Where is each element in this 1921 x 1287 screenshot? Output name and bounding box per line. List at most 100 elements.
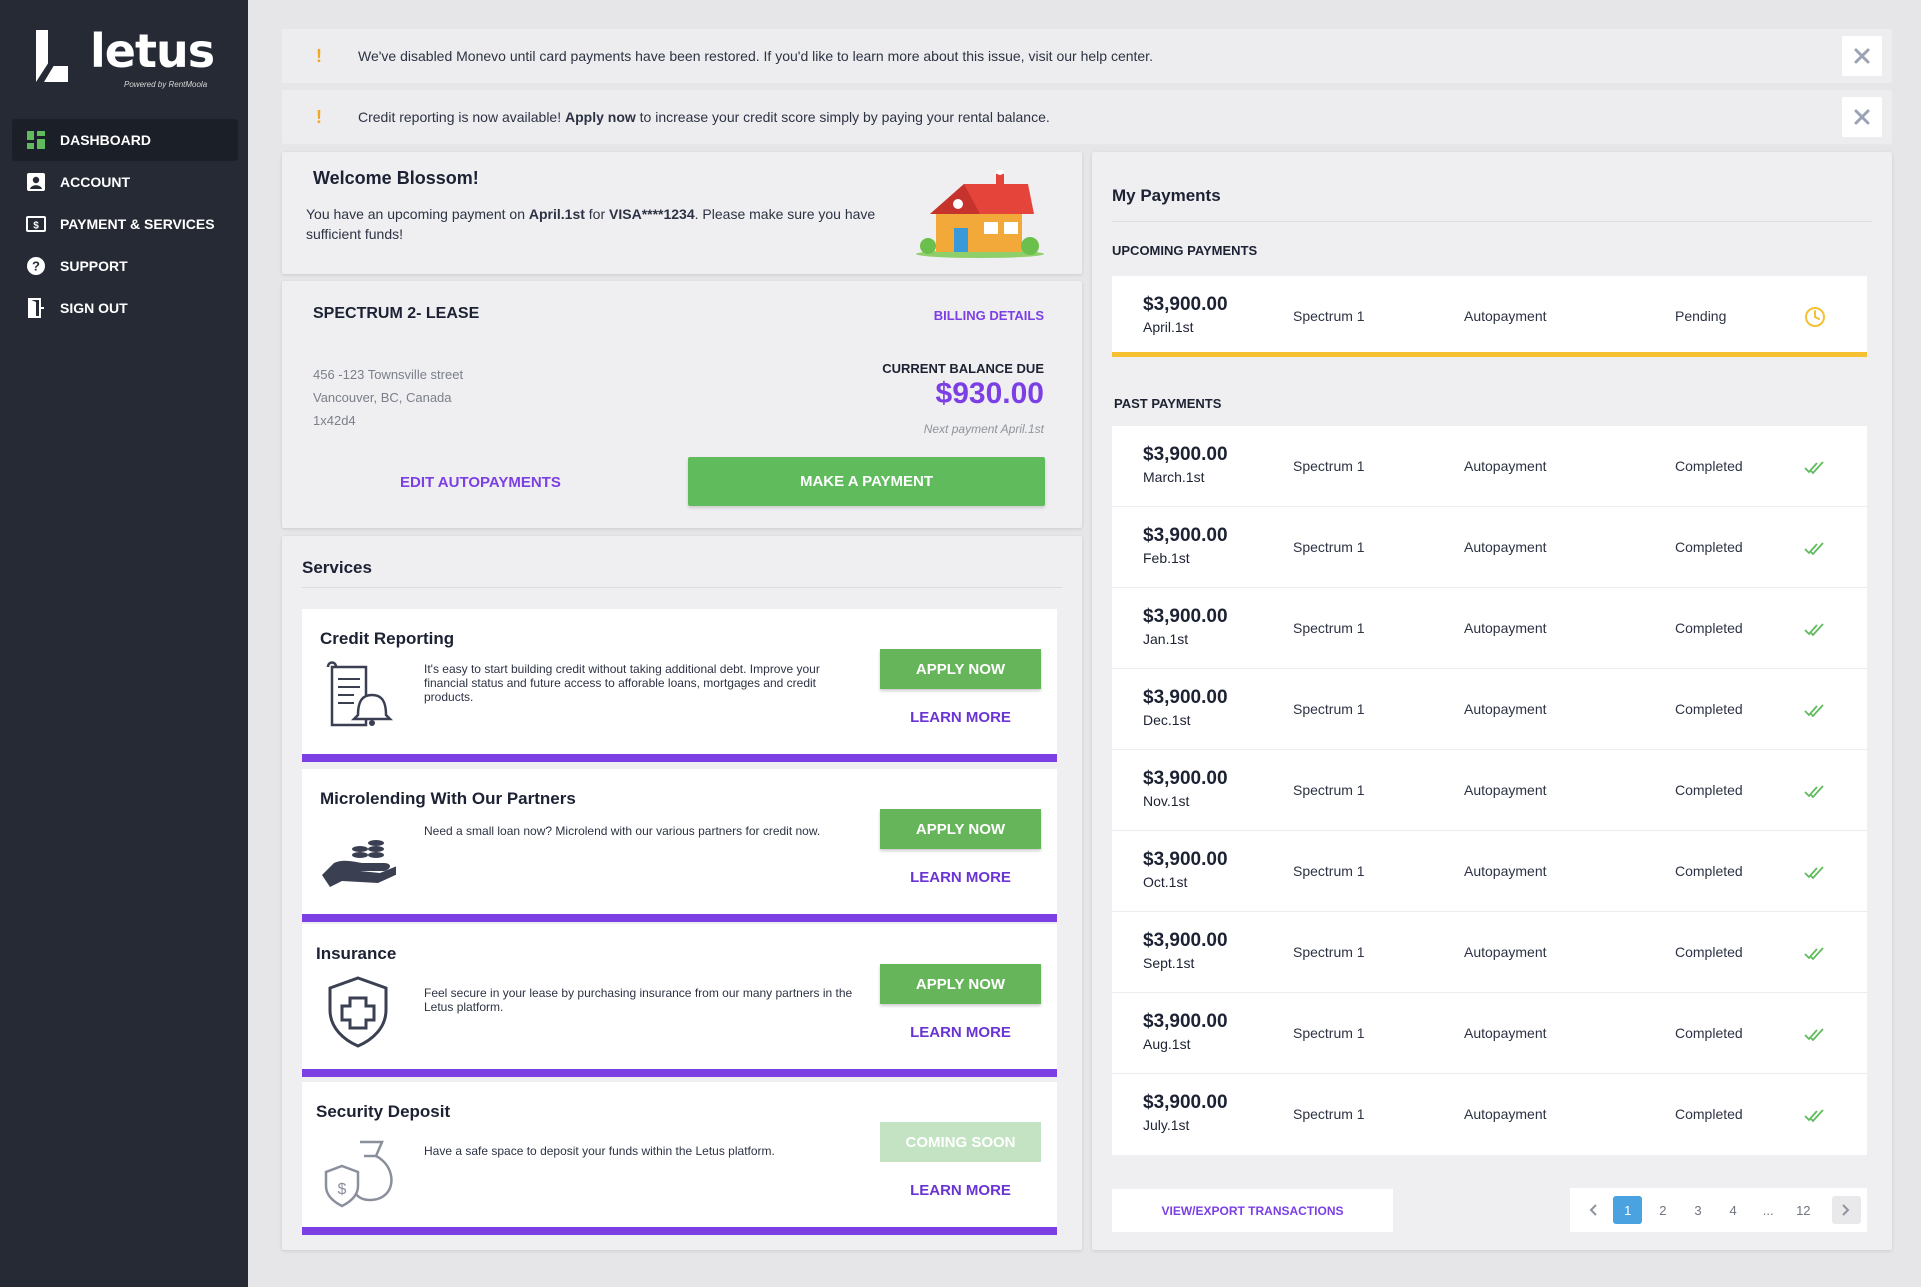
payment-status: Completed	[1675, 539, 1743, 555]
nav-account[interactable]: ACCOUNT	[12, 161, 238, 203]
page-ellipsis: ...	[1762, 1202, 1774, 1218]
payment-property: Spectrum 1	[1293, 863, 1365, 879]
learn-more-link[interactable]: LEARN MORE	[880, 869, 1041, 886]
service-microlending: Microlending With Our Partners Need a sm…	[302, 769, 1057, 922]
nav-payment-label: PAYMENT & SERVICES	[60, 216, 215, 232]
letus-logo[interactable]: letus Powered by RentMoola	[30, 24, 230, 94]
alert-apply-now-link[interactable]: Apply now	[565, 109, 636, 125]
alert-monevo: ! We've disabled Monevo until card payme…	[282, 29, 1892, 83]
payment-status: Completed	[1675, 1025, 1743, 1041]
page-button[interactable]: 3	[1683, 1196, 1712, 1224]
welcome-text: You have an upcoming payment on April.1s…	[306, 204, 906, 244]
payment-type: Autopayment	[1464, 944, 1547, 960]
payment-date: Oct.1st	[1143, 874, 1188, 890]
page-button[interactable]: 4	[1719, 1196, 1748, 1224]
payment-date: Dec.1st	[1143, 712, 1191, 728]
billing-details-link[interactable]: BILLING DETAILS	[934, 308, 1044, 323]
welcome-card: Welcome Blossom! You have an upcoming pa…	[282, 152, 1082, 274]
payment-property: Spectrum 1	[1293, 458, 1365, 474]
service-description: Have a safe space to deposit your funds …	[424, 1144, 775, 1158]
learn-more-link[interactable]: LEARN MORE	[880, 1182, 1041, 1199]
services-divider	[302, 587, 1062, 588]
payment-property: Spectrum 1	[1293, 944, 1365, 960]
upcoming-payment-row[interactable]: $3,900.00 April.1st Spectrum 1 Autopayme…	[1112, 276, 1867, 357]
logo-mark-icon	[36, 30, 68, 82]
past-payment-row[interactable]: $3,900.00 Aug.1st Spectrum 1 Autopayment Com…	[1112, 993, 1867, 1074]
service-title: Insurance	[316, 944, 397, 963]
clock-icon	[1805, 307, 1825, 327]
service-description: It's easy to start building credit witho…	[424, 662, 820, 704]
service-insurance: Insurance Feel secure in your lease by p…	[302, 924, 1057, 1077]
house-icon	[916, 170, 1044, 258]
nav-payment-services[interactable]: $ PAYMENT & SERVICES	[12, 203, 238, 245]
next-payment-note: Next payment April.1st	[923, 422, 1044, 436]
past-payment-row[interactable]: $3,900.00 July.1st Spectrum 1 Autopayment Co…	[1112, 1074, 1867, 1155]
hand-coins-icon	[322, 840, 396, 887]
apply-now-button[interactable]: APPLY NOW	[880, 809, 1041, 849]
page-button[interactable]: 12	[1789, 1196, 1818, 1224]
welcome-card-number: VISA****1234	[609, 206, 695, 222]
learn-more-link[interactable]: LEARN MORE	[880, 1024, 1041, 1041]
alert-credit-text: Credit reporting is now available! Apply…	[358, 109, 1050, 125]
payment-date: Nov.1st	[1143, 793, 1190, 809]
past-payment-row[interactable]: $3,900.00 Jan.1st Spectrum 1 Autopayment Com…	[1112, 588, 1867, 669]
payment-type: Autopayment	[1464, 458, 1547, 474]
prev-page-button[interactable]	[1578, 1196, 1607, 1224]
payment-date: July.1st	[1143, 1117, 1190, 1133]
close-icon	[1854, 48, 1870, 64]
page-button[interactable]: 1	[1613, 1196, 1643, 1224]
past-payment-row[interactable]: $3,900.00 March.1st Spectrum 1 Autopayment C…	[1112, 426, 1867, 507]
services-title: Services	[302, 558, 372, 577]
past-payment-row[interactable]: $3,900.00 Sept.1st Spectrum 1 Autopayment Co…	[1112, 912, 1867, 993]
service-description: Feel secure in your lease by purchasing …	[424, 986, 853, 1014]
svg-text:$: $	[33, 221, 39, 232]
balance-due-amount: $930.00	[935, 377, 1044, 410]
learn-more-link[interactable]: LEARN MORE	[880, 709, 1041, 726]
payment-amount: $3,900.00	[1143, 294, 1228, 315]
payment-property: Spectrum 1	[1293, 308, 1365, 324]
double-check-icon	[1804, 1109, 1824, 1123]
nav-dashboard[interactable]: DASHBOARD	[12, 119, 238, 161]
nav-sign-out[interactable]: SIGN OUT	[12, 287, 238, 329]
alert-monevo-close-button[interactable]	[1842, 36, 1882, 76]
double-check-icon	[1804, 1028, 1824, 1042]
past-payment-row[interactable]: $3,900.00 Nov.1st Spectrum 1 Autopayment Com…	[1112, 750, 1867, 831]
apply-now-button[interactable]: APPLY NOW	[880, 649, 1041, 689]
alert-credit-close-button[interactable]	[1842, 97, 1882, 137]
sign-out-icon	[26, 298, 46, 318]
past-payment-row[interactable]: $3,900.00 Oct.1st Spectrum 1 Autopayment Com…	[1112, 831, 1867, 912]
payment-amount: $3,900.00	[1143, 849, 1228, 870]
upcoming-payments-label: UPCOMING PAYMENTS	[1112, 243, 1258, 258]
payment-property: Spectrum 1	[1293, 1025, 1365, 1041]
past-payment-row[interactable]: $3,900.00 Feb.1st Spectrum 1 Autopayment Com…	[1112, 507, 1867, 588]
payment-icon: $	[26, 214, 46, 234]
nav-sign-out-label: SIGN OUT	[60, 300, 128, 316]
alert-credit: ! Credit reporting is now available! App…	[282, 90, 1892, 144]
payment-type: Autopayment	[1464, 1025, 1547, 1041]
svg-text:?: ?	[32, 259, 40, 274]
payment-type: Autopayment	[1464, 863, 1547, 879]
edit-autopayments-link[interactable]: EDIT AUTOPAYMENTS	[400, 474, 561, 491]
nav-support[interactable]: ? SUPPORT	[12, 245, 238, 287]
next-page-button[interactable]	[1831, 1196, 1861, 1224]
make-payment-button[interactable]: MAKE A PAYMENT	[688, 457, 1045, 506]
payment-status: Completed	[1675, 458, 1743, 474]
support-icon: ?	[26, 256, 46, 276]
payments-title: My Payments	[1112, 186, 1221, 205]
view-export-transactions-button[interactable]: VIEW/EXPORT TRANSACTIONS	[1112, 1189, 1393, 1232]
payment-type: Autopayment	[1464, 308, 1547, 324]
page-button[interactable]: 2	[1648, 1196, 1677, 1224]
dashboard-icon	[26, 130, 46, 150]
nav-account-label: ACCOUNT	[60, 174, 130, 190]
past-payment-row[interactable]: $3,900.00 Dec.1st Spectrum 1 Autopayment Com…	[1112, 669, 1867, 750]
brand-powered: Powered by RentMoola	[124, 80, 208, 89]
payment-status: Completed	[1675, 782, 1743, 798]
payment-amount: $3,900.00	[1143, 768, 1228, 789]
apply-now-button[interactable]: APPLY NOW	[880, 964, 1041, 1004]
payment-amount: $3,900.00	[1143, 1011, 1228, 1032]
payment-amount: $3,900.00	[1143, 1092, 1228, 1113]
service-title: Credit Reporting	[320, 629, 455, 648]
payment-amount: $3,900.00	[1143, 525, 1228, 546]
welcome-title: Welcome Blossom!	[313, 168, 479, 188]
payment-type: Autopayment	[1464, 539, 1547, 555]
